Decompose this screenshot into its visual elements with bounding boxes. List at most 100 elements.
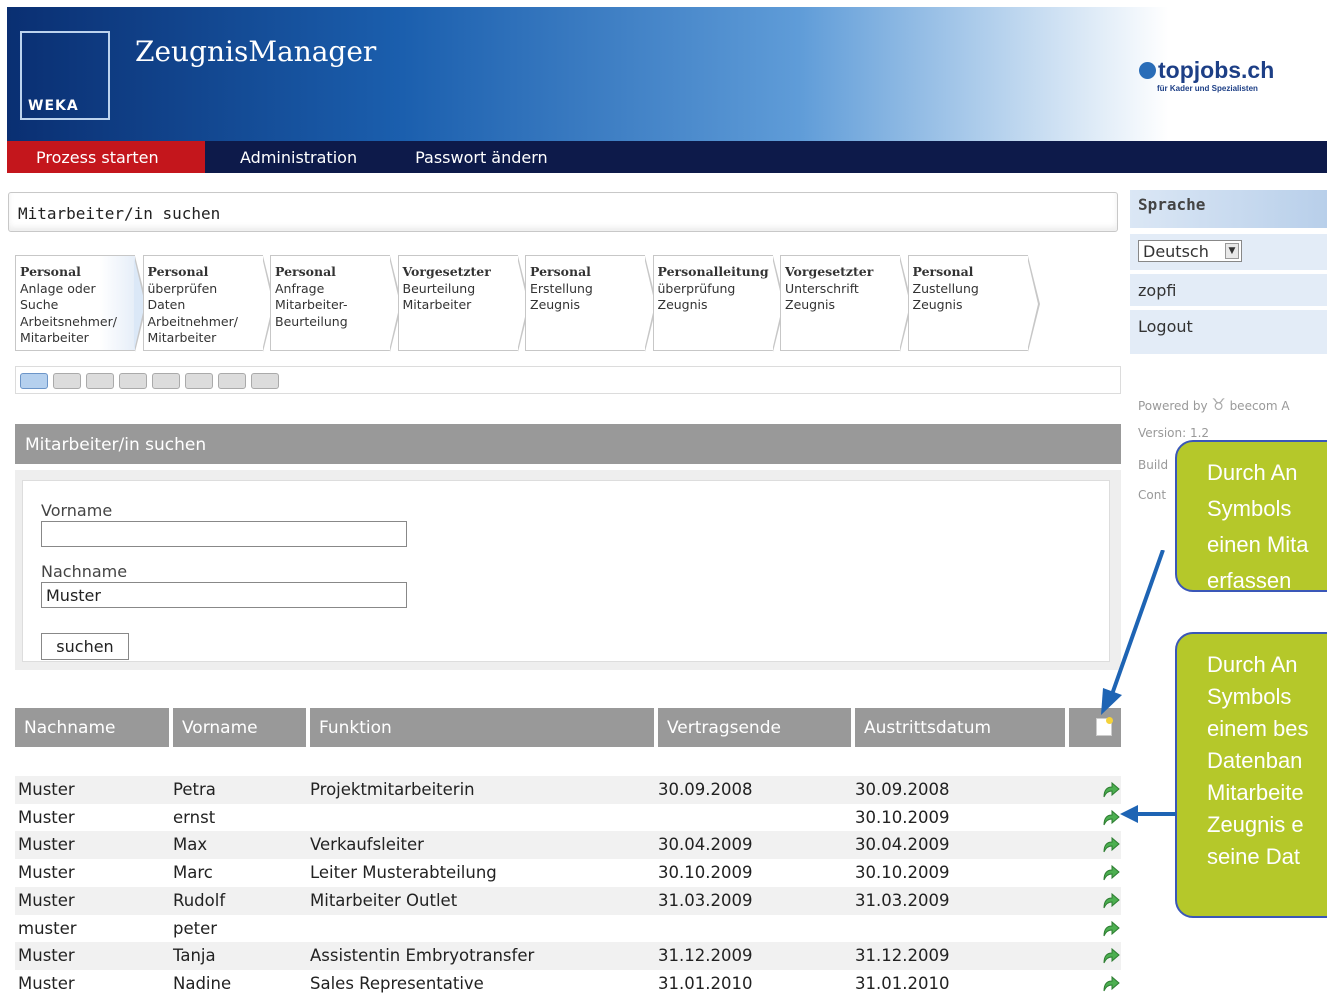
cell-funktion: Mitarbeiter Outlet — [310, 890, 458, 910]
build-info: Build — [1138, 458, 1169, 472]
col-vorname[interactable]: Vorname — [173, 708, 306, 747]
progress-indicator — [15, 366, 1121, 394]
process-step[interactable]: Personal Erstellung Zeugnis — [525, 255, 657, 352]
cell-vertragsende: 30.09.2008 — [658, 780, 753, 799]
step-chevron — [1026, 256, 1040, 352]
contact-info: Cont — [1138, 488, 1167, 502]
results-table-header: Nachname Vorname Funktion Vertragsende A… — [15, 708, 1121, 747]
nav-passwort-aendern[interactable]: Passwort ändern — [386, 141, 577, 173]
logout-link[interactable]: Logout — [1130, 308, 1327, 354]
process-step-role: Personal — [20, 264, 81, 279]
col-austrittsdatum[interactable]: Austrittsdatum — [855, 708, 1065, 747]
process-step-role: Personal — [275, 264, 336, 279]
process-step[interactable]: Personal Anfrage Mitarbeiter- Beurteilung — [270, 255, 402, 352]
process-step-text: Daten — [147, 297, 186, 312]
lastname-label: Nachname — [41, 562, 128, 581]
process-step-text: Zustellung — [912, 280, 979, 296]
open-employee-arrow-icon[interactable] — [1100, 891, 1120, 911]
language-heading: Sprache — [1130, 190, 1327, 228]
cell-funktion: Leiter Musterabteilung — [310, 863, 497, 883]
open-employee-arrow-icon[interactable] — [1100, 835, 1120, 855]
open-employee-arrow-icon[interactable] — [1100, 780, 1120, 800]
nav-administration[interactable]: Administration — [211, 141, 386, 173]
process-step-text: Beurteilung — [402, 280, 476, 296]
cell-vorname: Petra — [173, 780, 216, 799]
process-step-text: Mitarbeiter — [20, 330, 89, 345]
app-title: ZeugnisManager — [135, 35, 377, 68]
callout-existing-employee: Durch An Symbols einem bes Datenban Mitarbei… — [1175, 632, 1327, 918]
process-step-role: Personal — [530, 264, 591, 279]
main-nav: Prozess starten Administration Passwort … — [7, 141, 1327, 173]
process-step[interactable]: Personal Anlage oder Suche Arbeitsnehmer/Mi… — [15, 255, 147, 352]
process-step[interactable]: Vorgesetzter Beurteilung Mitarbeiter — [397, 255, 530, 352]
firstname-input[interactable] — [41, 521, 407, 547]
cell-vorname: Marc — [173, 863, 213, 883]
table-row[interactable]: Muster Marc Leiter Musterabteilung 30.10.20… — [15, 859, 1121, 887]
process-step[interactable]: Personal Zustellung Zeugnis — [907, 255, 1040, 352]
new-employee-icon[interactable] — [1096, 717, 1113, 736]
process-step-text: Mitarbeiter — [402, 297, 472, 312]
callout-text-line: Symbols — [1207, 496, 1292, 521]
callout-text-line: Durch An — [1207, 652, 1298, 677]
process-step[interactable]: Vorgesetzter Unterschrift Zeugnis — [780, 255, 912, 352]
process-step-text: Zeugnis — [785, 297, 836, 312]
progress-dot — [53, 373, 81, 389]
language-select[interactable]: Deutsch ▼ — [1138, 240, 1242, 262]
col-funktion[interactable]: Funktion — [310, 708, 654, 747]
open-employee-arrow-icon[interactable] — [1100, 919, 1120, 939]
progress-dot — [152, 373, 180, 389]
cell-austritt: 31.12.2009 — [855, 946, 950, 966]
col-vertragsende[interactable]: Vertragsende — [658, 708, 851, 747]
search-button[interactable]: suchen — [41, 633, 129, 660]
language-row: Deutsch ▼ — [1130, 232, 1327, 270]
user-name: zopfi — [1130, 272, 1327, 306]
table-row[interactable]: Muster Max Verkaufsleiter 30.04.2009 30.04.2… — [15, 831, 1121, 860]
progress-dot — [251, 373, 279, 389]
process-step[interactable]: Personal überprüfen Daten Arbeitnehmer/Mita… — [142, 255, 275, 352]
open-employee-arrow-icon[interactable] — [1100, 863, 1120, 883]
firstname-label: Vorname — [41, 501, 113, 520]
weka-brand: WEKA — [28, 98, 79, 114]
cell-nachname: Muster — [18, 835, 75, 855]
cell-nachname: Muster — [18, 890, 75, 910]
beecom-logo-icon: ♉ — [1211, 395, 1226, 414]
cell-vorname: Nadine — [173, 973, 232, 993]
app-header: WEKA ZeugnisManager topjobs.ch für Kader… — [7, 7, 1327, 141]
callout-new-employee: Durch An Symbols einen Mita erfassen — [1175, 440, 1327, 592]
powered-by-label: Powered by — [1138, 399, 1208, 413]
open-employee-arrow-icon[interactable] — [1100, 974, 1120, 994]
open-employee-arrow-icon[interactable] — [1100, 946, 1120, 966]
version-info: Version: 1.2 — [1138, 426, 1210, 440]
table-row[interactable]: Muster Petra Projektmitarbeiterin 30.09.200… — [15, 776, 1121, 804]
process-step-text: überprüfen — [147, 280, 218, 296]
process-step[interactable]: Personalleitung überprüfung Zeugnis — [652, 255, 785, 352]
open-employee-arrow-icon[interactable] — [1100, 808, 1120, 828]
process-step-text: überprüfung — [657, 280, 736, 296]
topjobs-logo[interactable]: topjobs.ch für Kader und Spezialisten — [1139, 57, 1309, 93]
callout-text-line: Datenban — [1207, 748, 1303, 773]
callout-text-line: einem bes — [1207, 716, 1309, 741]
lastname-input[interactable]: Muster — [41, 582, 407, 608]
cell-vorname: peter — [173, 918, 218, 938]
table-row[interactable]: Muster Tanja Assistentin Embryotransfer 31.… — [15, 942, 1121, 971]
nav-prozess-starten[interactable]: Prozess starten — [7, 141, 205, 173]
cell-vertragsende: 30.10.2009 — [658, 863, 753, 883]
cell-vertragsende: 31.03.2009 — [658, 890, 753, 910]
table-row[interactable]: Muster Rudolf Mitarbeiter Outlet 31.03.2009… — [15, 886, 1121, 915]
table-row[interactable]: Muster ernst 30.10.2009 — [15, 804, 1121, 832]
search-form: Vorname Nachname Muster suchen — [22, 480, 1110, 662]
table-row[interactable]: Muster Nadine Sales Representative 31.01.20… — [15, 970, 1121, 998]
col-nachname[interactable]: Nachname — [15, 708, 169, 747]
topjobs-name: topjobs.ch — [1158, 57, 1275, 83]
cell-vorname: Max — [173, 835, 208, 855]
process-step-text: Arbeitsnehmer/ — [20, 313, 117, 329]
cell-nachname: Muster — [18, 780, 75, 799]
topjobs-tagline: für Kader und Spezialisten — [1157, 84, 1258, 93]
process-step-text: Beurteilung — [275, 313, 348, 329]
cell-vorname: Rudolf — [173, 890, 226, 910]
process-step-text: Arbeitnehmer/ — [147, 313, 238, 329]
process-step-text: Anfrage — [275, 280, 325, 296]
table-row[interactable]: muster peter — [15, 915, 1121, 943]
process-step-text: Mitarbeiter- — [275, 297, 348, 312]
powered-by-company: beecom A — [1229, 399, 1290, 413]
